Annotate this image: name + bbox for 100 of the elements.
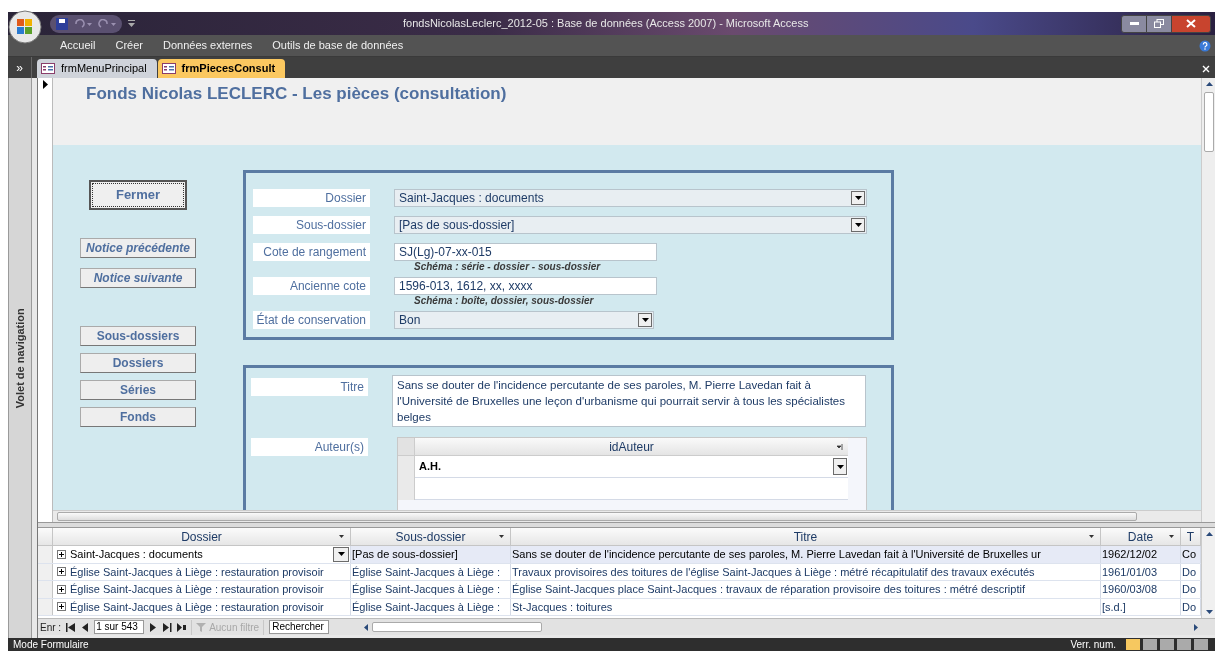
title-text-field[interactable]: Sans se douter de l'incidence percutante de ses paroles, M. Pierre Lavedan fait à l'Université de Bruxelles une leçon d'urbanisme qui pourrait servir à tous les spécialistes belges xyxy=(392,375,866,427)
scroll-up-icon[interactable] xyxy=(1205,82,1213,86)
form-button[interactable]: Dossiers xyxy=(80,353,196,373)
restore-button[interactable] xyxy=(1147,14,1171,33)
save-icon[interactable] xyxy=(56,17,68,30)
table-cell-text: Sans se douter de l'incidence percutante de ses paroles, M. Pierre Lavedan fait à l'Université de Bruxelles ur xyxy=(511,547,1041,562)
scroll-left-icon[interactable] xyxy=(364,623,369,631)
close-button[interactable] xyxy=(1171,14,1211,33)
expand-icon[interactable] xyxy=(57,567,66,577)
vertical-scrollbar[interactable] xyxy=(1201,78,1215,522)
new-record-icon[interactable] xyxy=(177,622,187,632)
table-cell-text: St-Jacques : toitures xyxy=(511,599,613,615)
form-button[interactable]: Fonds xyxy=(80,407,196,427)
table-cell-text: [Pas de sous-dossier] xyxy=(351,547,458,562)
datasheet-row[interactable]: Saint-Jacques : documents [Pas de sous-dossier] Sans se douter de l'incidence percutante de ses paroles, M. Pierre Lavedan fait à l'Université de Bruxelles ur 1962/12/02 Co xyxy=(38,546,1201,564)
caret-icon xyxy=(854,222,862,227)
customize-icon[interactable] xyxy=(128,19,135,28)
table-cell-text: 1960/03/08 xyxy=(1101,582,1158,597)
datasheet-row[interactable] xyxy=(38,581,1201,599)
scroll-thumb[interactable] xyxy=(1204,92,1214,152)
scroll-thumb[interactable] xyxy=(57,512,1137,521)
form-button[interactable]: Notice suivante xyxy=(80,268,196,288)
record-position-field[interactable]: 1 sur 543 xyxy=(94,620,145,634)
form-button[interactable]: Fermer xyxy=(89,180,187,210)
form-button[interactable]: Sous-dossiers xyxy=(80,326,196,346)
column-menu-icon[interactable] xyxy=(499,535,504,538)
vertical-scrollbar[interactable] xyxy=(1201,528,1215,618)
combo-box[interactable]: Bon xyxy=(394,310,654,329)
combo-box[interactable]: Saint-Jacques : documents xyxy=(394,188,867,207)
ribbon-tab[interactable]: Données externes xyxy=(155,37,261,54)
column-header[interactable]: Sous-dossier xyxy=(351,528,511,545)
field-label: État de conservation xyxy=(253,310,370,329)
table-cell-text: Église Saint-Jacques à Liège : xyxy=(351,582,500,597)
column-menu-icon[interactable] xyxy=(339,535,344,538)
redo-icon[interactable] xyxy=(98,18,116,29)
expand-icon[interactable] xyxy=(57,602,66,612)
column-header[interactable]: Dossier xyxy=(53,528,351,545)
horizontal-scrollbar[interactable] xyxy=(53,510,1201,522)
close-icon xyxy=(1186,19,1196,28)
ribbon-tab[interactable]: Outils de base de données xyxy=(264,37,412,54)
form-button[interactable]: Séries xyxy=(80,380,196,400)
ribbon-tab[interactable]: Créer xyxy=(107,37,151,54)
dropdown-button[interactable] xyxy=(833,458,847,475)
ribbon-tab[interactable]: Accueil xyxy=(52,37,104,54)
scroll-up-icon[interactable] xyxy=(1205,532,1213,536)
text-field[interactable]: SJ(Lg)-07-xx-015 xyxy=(394,242,657,261)
dropdown-button[interactable] xyxy=(851,190,865,205)
caret-icon xyxy=(337,552,345,557)
undo-icon[interactable] xyxy=(74,18,92,29)
view-buttons-icon[interactable] xyxy=(1126,639,1210,650)
form-icon xyxy=(161,63,176,74)
scroll-right-icon[interactable] xyxy=(1194,623,1198,631)
dropdown-button[interactable] xyxy=(333,546,349,562)
navigation-pane[interactable]: Volet de navigation xyxy=(8,78,32,638)
next-record-icon[interactable] xyxy=(149,622,159,632)
expand-icon[interactable] xyxy=(57,584,66,594)
field-label: Sous-dossier xyxy=(253,215,370,234)
column-header[interactable]: Date xyxy=(1101,528,1181,545)
combo-value: Saint-Jacques : documents xyxy=(398,189,544,207)
first-record-icon[interactable] xyxy=(66,622,76,632)
column-header[interactable]: Titre xyxy=(511,528,1101,545)
document-tab[interactable]: frmPiecesConsult xyxy=(157,59,286,78)
minimize-button[interactable] xyxy=(1121,14,1147,33)
author-combo[interactable]: A.H. xyxy=(415,456,848,478)
field-hint: Schéma : série - dossier - sous-dossier xyxy=(414,261,602,273)
sort-icon[interactable] xyxy=(837,443,844,450)
form-icon xyxy=(41,63,55,74)
dropdown-button[interactable] xyxy=(638,312,652,327)
column-menu-icon[interactable] xyxy=(1169,535,1174,538)
form-button[interactable]: Notice précédente xyxy=(80,238,196,258)
column-header[interactable]: idAuteur xyxy=(415,438,848,456)
minimize-icon xyxy=(1129,22,1139,25)
navigation-pane-label: Volet de navigation xyxy=(12,308,27,408)
last-record-icon[interactable] xyxy=(163,622,173,632)
field-label: Cote de rangement xyxy=(253,242,370,261)
table-cell-text: Do xyxy=(1181,599,1197,615)
document-tab[interactable]: frmMenuPrincipal xyxy=(37,59,157,78)
expand-icon[interactable] xyxy=(57,549,66,559)
help-icon[interactable] xyxy=(1199,39,1211,52)
table-cell-text: Travaux provisoires des toitures de l'église Saint-Jacques à Liège : métré récapitulatif des travaux exécutés xyxy=(511,564,1035,580)
filter-icon xyxy=(196,622,207,632)
column-menu-icon[interactable] xyxy=(1089,535,1094,538)
search-field[interactable]: Rechercher xyxy=(269,620,330,634)
table-cell-text: Église Saint-Jacques à Liège : xyxy=(351,599,500,615)
caret-icon xyxy=(641,317,649,322)
scroll-down-icon[interactable] xyxy=(1205,610,1213,614)
table-cell-text: 1961/01/03 xyxy=(1101,564,1158,580)
close-icon[interactable] xyxy=(1202,65,1210,73)
combo-value: [Pas de sous-dossier] xyxy=(398,216,515,234)
text-field[interactable]: 1596-013, 1612, xx, xxxx xyxy=(394,276,657,295)
table-cell-text: Église Saint-Jacques place Saint-Jacques : travaux de réparation provisoire des toitures : métré descriptif xyxy=(511,582,1025,597)
record-selector-icon xyxy=(42,80,48,89)
combo-box[interactable]: [Pas de sous-dossier] xyxy=(394,215,867,234)
field-label: Auteur(s) xyxy=(251,438,368,456)
author-value: A.H. xyxy=(418,459,441,475)
previous-record-icon[interactable] xyxy=(80,622,90,632)
restore-icon xyxy=(1154,19,1164,28)
table-cell-text: Église Saint-Jacques à Liège : restauration provisoir xyxy=(69,582,324,597)
scroll-thumb[interactable] xyxy=(372,622,543,632)
dropdown-button[interactable] xyxy=(851,217,865,232)
